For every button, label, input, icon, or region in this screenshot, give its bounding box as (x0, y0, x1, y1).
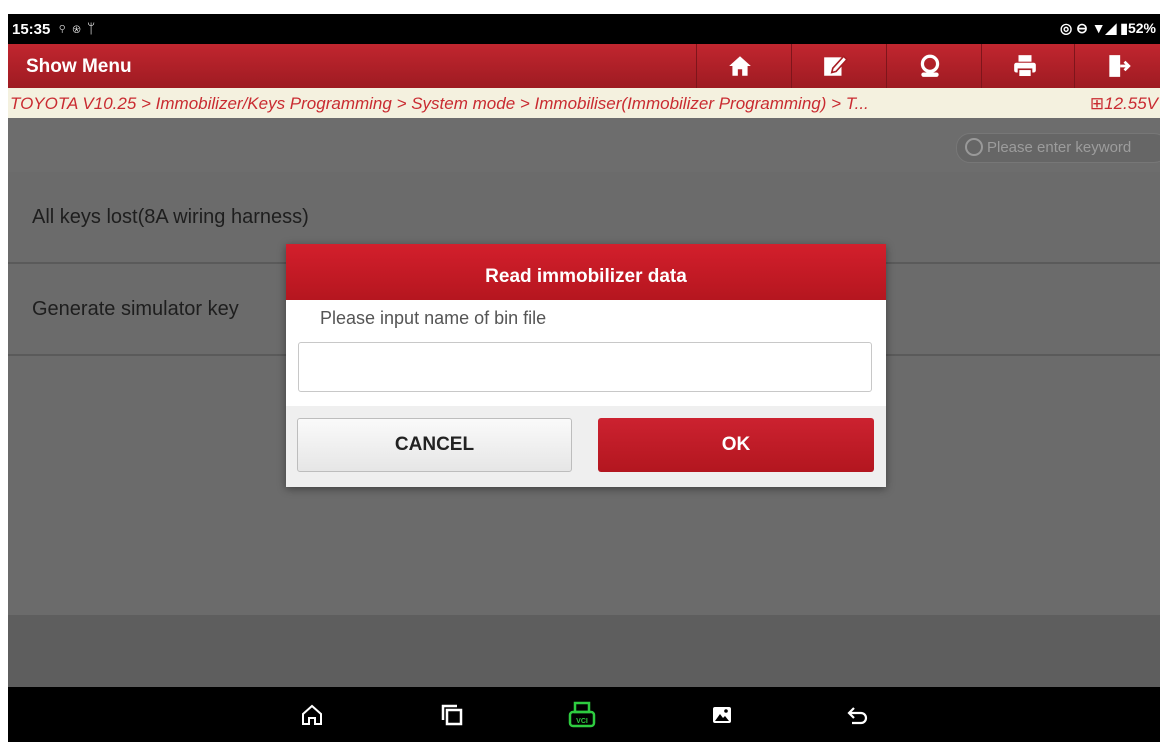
status-bar: 15:35 ⚲⊛ᛘ ◎ ⊖ ▼◢ ▮52% (8, 14, 1160, 44)
search-placeholder: Please enter keyword (987, 139, 1132, 156)
dialog-prompt: Please input name of bin file (320, 308, 547, 328)
support-icon (920, 54, 940, 77)
breadcrumb: TOYOTA V10.25 > Immobilizer/Keys Program… (8, 88, 1160, 118)
recent-apps-icon (441, 704, 463, 726)
battery-icon: ▮ (1120, 20, 1128, 36)
vci-label: VCI (576, 718, 588, 725)
search-input[interactable]: Please enter keyword (956, 133, 1160, 163)
nav-recent-apps-button[interactable] (434, 697, 470, 733)
home-icon (302, 704, 322, 725)
battery-voltage: ⊞12.55V (1090, 94, 1158, 114)
bluetooth-icon: ⊛ (72, 20, 87, 36)
voltage-value: 12.55V (1104, 94, 1158, 113)
vci-icon: VCI (568, 701, 596, 728)
nav-bar: VCI (8, 687, 1160, 742)
home-icon (729, 56, 751, 76)
car-battery-icon: ⊞ (1089, 94, 1105, 113)
footer-area (8, 615, 1160, 687)
status-left-icons: ⚲⊛ᛘ (58, 20, 101, 36)
edit-report-button[interactable] (791, 44, 878, 88)
battery-percent: 52% (1127, 20, 1156, 36)
nav-home-button[interactable] (294, 697, 330, 733)
read-immobilizer-dialog: Read immobilizer data Please input name … (286, 244, 886, 487)
back-icon (847, 707, 868, 725)
edit-report-icon (824, 55, 848, 76)
app-frame: 15:35 ⚲⊛ᛘ ◎ ⊖ ▼◢ ▮52% Show Menu TOYOTA V… (8, 14, 1160, 742)
signal-icon: ◢ (1105, 20, 1117, 36)
status-right-icons: ◎ ⊖ ▼◢ ▮52% (1060, 20, 1156, 37)
wifi-icon: ▼ (1091, 20, 1106, 36)
location-icon: ◎ (1059, 20, 1073, 36)
print-icon (1014, 55, 1036, 78)
status-time: 15:35 (12, 21, 51, 38)
nav-vci-button[interactable]: VCI (564, 697, 600, 733)
page-title: Show Menu (26, 56, 132, 77)
do-not-disturb-icon: ⊖ (1076, 20, 1088, 36)
app-header: Show Menu (8, 44, 1160, 88)
nav-back-button[interactable] (840, 697, 876, 733)
bin-file-name-input[interactable] (298, 342, 872, 392)
location-icon: ⚲ (58, 20, 73, 36)
support-button[interactable] (886, 44, 973, 88)
list-item-label: All keys lost(8A wiring harness) (32, 206, 309, 228)
breadcrumb-path: TOYOTA V10.25 > Immobilizer/Keys Program… (10, 94, 869, 113)
usb-icon: ᛘ (86, 20, 102, 36)
cancel-button[interactable]: CANCEL (297, 418, 572, 472)
print-button[interactable] (981, 44, 1068, 88)
screenshot-icon (713, 707, 731, 723)
ok-button[interactable]: OK (598, 418, 874, 472)
nav-screenshot-button[interactable] (704, 697, 740, 733)
dialog-button-row: CANCEL OK (286, 406, 886, 487)
list-item-label: Generate simulator key (32, 298, 239, 320)
exit-button[interactable] (1074, 44, 1160, 88)
exit-icon (1109, 55, 1131, 77)
search-icon (965, 138, 983, 156)
search-bar: Please enter keyword (8, 118, 1160, 172)
dialog-title: Read immobilizer data (286, 244, 886, 300)
home-button[interactable] (696, 44, 783, 88)
